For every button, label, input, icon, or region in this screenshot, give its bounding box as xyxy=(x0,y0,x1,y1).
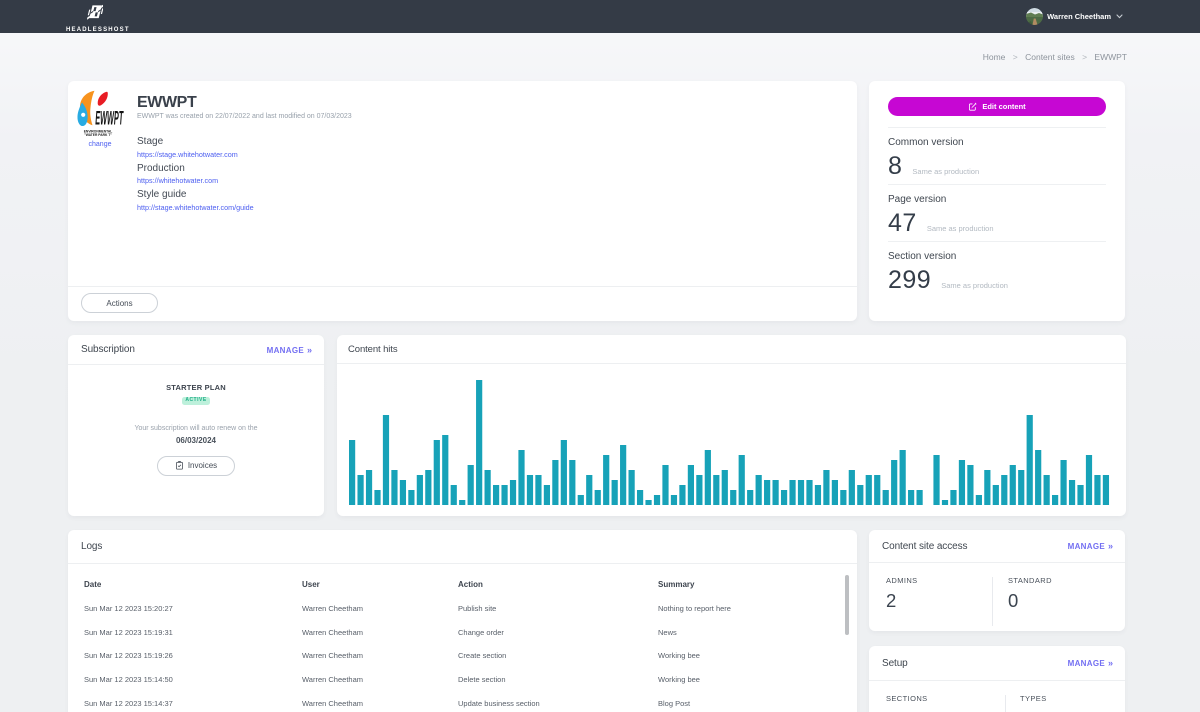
svg-text:EWWPT: EWWPT xyxy=(95,107,124,129)
svg-text:"WATER PARK T": "WATER PARK T" xyxy=(84,133,112,136)
